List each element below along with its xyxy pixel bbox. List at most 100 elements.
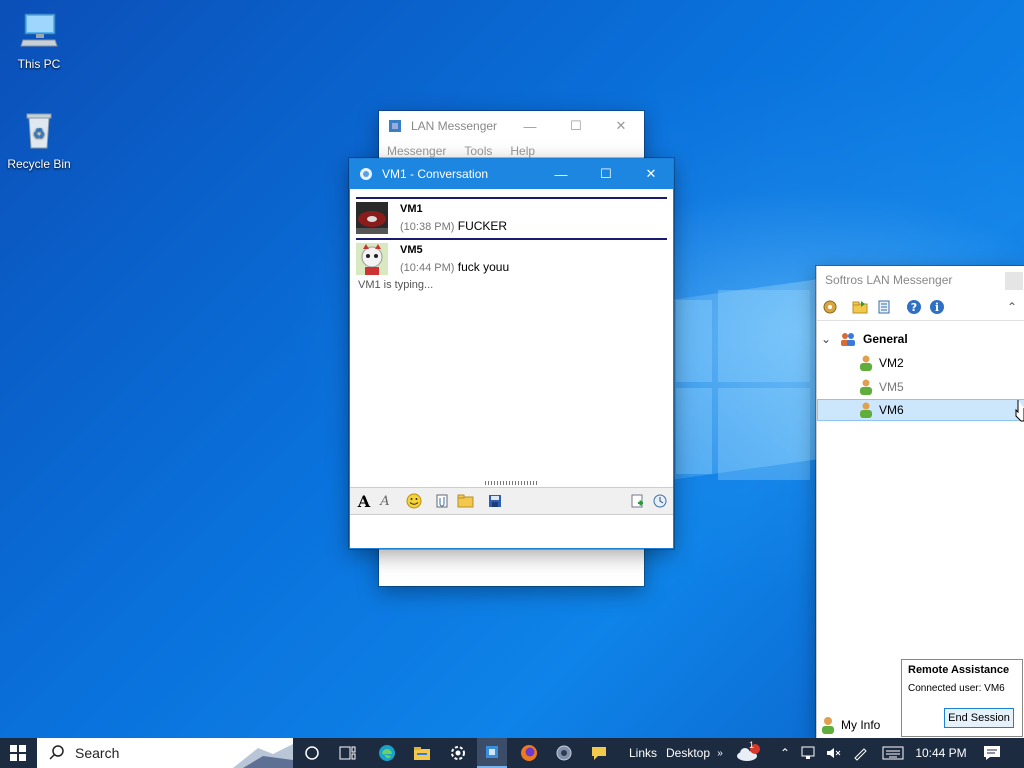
- attach-file-icon[interactable]: [433, 492, 451, 510]
- splitter-handle[interactable]: [485, 481, 539, 485]
- cortana-icon[interactable]: [298, 738, 326, 768]
- task-view-icon[interactable]: [334, 738, 362, 768]
- volume-muted-icon[interactable]: [823, 738, 843, 768]
- user-item-vm6[interactable]: VM6: [817, 399, 1024, 421]
- message-item: VM1 (10:38 PM) FUCKER: [356, 197, 667, 239]
- lan-messenger-icon: [486, 746, 498, 758]
- conversation-title: VM1 - Conversation: [382, 167, 489, 181]
- chevron-down-icon[interactable]: ⌄: [821, 332, 839, 346]
- wallpaper-logo-pane: [718, 290, 810, 382]
- file-explorer-icon[interactable]: [408, 738, 436, 768]
- send-folder-icon[interactable]: [457, 492, 475, 510]
- avatar: [356, 243, 388, 275]
- maximize-button[interactable]: ☐: [583, 159, 629, 189]
- network-icon[interactable]: [797, 738, 821, 768]
- collapse-toolbar-chevron-icon[interactable]: ⌃: [1003, 298, 1021, 316]
- message-time: (10:44 PM): [400, 262, 455, 274]
- start-button[interactable]: [0, 738, 36, 768]
- history-icon[interactable]: [651, 492, 669, 510]
- mouse-cursor-icon: [1015, 400, 1024, 422]
- close-button[interactable]: ✕: [628, 159, 674, 189]
- recycle-bin-shortcut[interactable]: ♻ Recycle Bin: [0, 110, 78, 171]
- edge-browser-icon[interactable]: [373, 738, 401, 768]
- user-online-icon: [860, 379, 872, 395]
- links-toolbar[interactable]: Links: [627, 738, 659, 768]
- my-info-button[interactable]: My Info: [821, 716, 880, 734]
- wallpaper-logo-pane: [676, 388, 712, 474]
- info-icon[interactable]: i: [928, 298, 946, 316]
- weather-badge: 1: [749, 740, 755, 750]
- softros-titlebar[interactable]: Softros LAN Messenger: [817, 266, 1024, 294]
- weather-icon[interactable]: 1: [733, 738, 763, 768]
- taskbar-search-box[interactable]: Search: [37, 738, 293, 768]
- keyboard-icon[interactable]: [879, 738, 907, 768]
- user-online-icon: [860, 355, 872, 371]
- computer-icon: [20, 13, 58, 47]
- firefox-icon[interactable]: [515, 738, 543, 768]
- message-history[interactable]: VM1 (10:38 PM) FUCKER VM5 (10:44 PM) fuc…: [350, 189, 673, 507]
- softros-window-button[interactable]: [1005, 272, 1023, 290]
- wallpaper-logo-pane: [718, 388, 810, 480]
- conversation-app-icon: [360, 168, 372, 180]
- message-line: (10:44 PM) fuck youu: [400, 260, 509, 274]
- message-log-icon[interactable]: [875, 298, 893, 316]
- end-session-button[interactable]: End Session: [944, 708, 1014, 728]
- message-input[interactable]: [350, 515, 673, 548]
- chat-app-icon[interactable]: [585, 738, 613, 768]
- taskbar-clock[interactable]: 10:44 PM: [910, 738, 972, 768]
- minimize-button[interactable]: —: [538, 159, 584, 189]
- message-sender: VM5: [400, 244, 423, 256]
- user-item-vm2[interactable]: VM2: [817, 352, 1024, 374]
- action-center-icon[interactable]: [978, 738, 1006, 768]
- show-hidden-icons-chevron-icon[interactable]: ⌃: [775, 738, 795, 768]
- desktop-toolbar[interactable]: Desktop: [664, 738, 712, 768]
- menu-messenger[interactable]: Messenger: [387, 144, 446, 158]
- user-item-vm5[interactable]: VM5: [817, 376, 1024, 398]
- conversation-titlebar[interactable]: VM1 - Conversation — ☐ ✕: [350, 159, 673, 189]
- search-placeholder: Search: [75, 745, 120, 761]
- taskbar: Search Links Desktop » 1 ⌃ 10:44 PM: [0, 738, 1024, 768]
- pen-workspace-icon[interactable]: [849, 738, 871, 768]
- app-icon[interactable]: [550, 738, 578, 768]
- message-time: (10:38 PM): [400, 221, 455, 233]
- toolbar-overflow-icon[interactable]: »: [713, 738, 727, 768]
- lan-messenger-title: LAN Messenger: [411, 119, 498, 133]
- my-info-user-icon: [822, 717, 834, 734]
- help-icon[interactable]: ?: [905, 298, 923, 316]
- recycle-bin-label: Recycle Bin: [7, 157, 71, 171]
- wallpaper-logo-pane: [676, 300, 712, 382]
- folder-icon[interactable]: [851, 298, 869, 316]
- settings-gear-icon[interactable]: [444, 738, 472, 768]
- recycle-bin-icon: ♻: [26, 113, 52, 149]
- typing-indicator: VM1 is typing...: [358, 279, 434, 291]
- font-style-icon[interactable]: A: [376, 492, 394, 510]
- message-text: fuck youu: [457, 260, 510, 274]
- search-highlight-image: [233, 744, 293, 768]
- clear-icon[interactable]: [628, 492, 646, 510]
- connected-user-text: Connected user: VM6: [908, 683, 1005, 694]
- group-users-icon: [841, 333, 855, 346]
- group-general[interactable]: ⌄ General: [817, 328, 1024, 350]
- lan-messenger-taskbar-button[interactable]: [477, 738, 507, 768]
- search-icon: [49, 745, 64, 760]
- lan-messenger-titlebar[interactable]: LAN Messenger — ☐ ✕: [379, 111, 644, 141]
- message-line: (10:38 PM) FUCKER: [400, 219, 507, 233]
- menu-tools[interactable]: Tools: [464, 144, 492, 158]
- font-icon[interactable]: A: [355, 492, 373, 511]
- conversation-window[interactable]: VM1 - Conversation — ☐ ✕ VM1 (10:38 PM) …: [349, 158, 674, 549]
- close-button[interactable]: ✕: [598, 111, 644, 141]
- this-pc-shortcut[interactable]: This PC: [0, 10, 78, 71]
- settings-gear-icon[interactable]: [821, 298, 839, 316]
- windows-logo-icon: [10, 745, 26, 761]
- minimize-button[interactable]: —: [507, 111, 553, 141]
- smiley-icon[interactable]: [405, 492, 423, 510]
- user-label: VM2: [879, 356, 904, 370]
- maximize-button[interactable]: ☐: [553, 111, 599, 141]
- message-text: FUCKER: [457, 219, 508, 233]
- group-label: General: [863, 332, 908, 346]
- remote-assistance-popup: Remote Assistance Connected user: VM6 En…: [901, 659, 1023, 737]
- this-pc-label: This PC: [17, 57, 61, 71]
- menu-help[interactable]: Help: [510, 144, 535, 158]
- save-icon[interactable]: [486, 492, 504, 510]
- svg-text:♻: ♻: [33, 126, 46, 142]
